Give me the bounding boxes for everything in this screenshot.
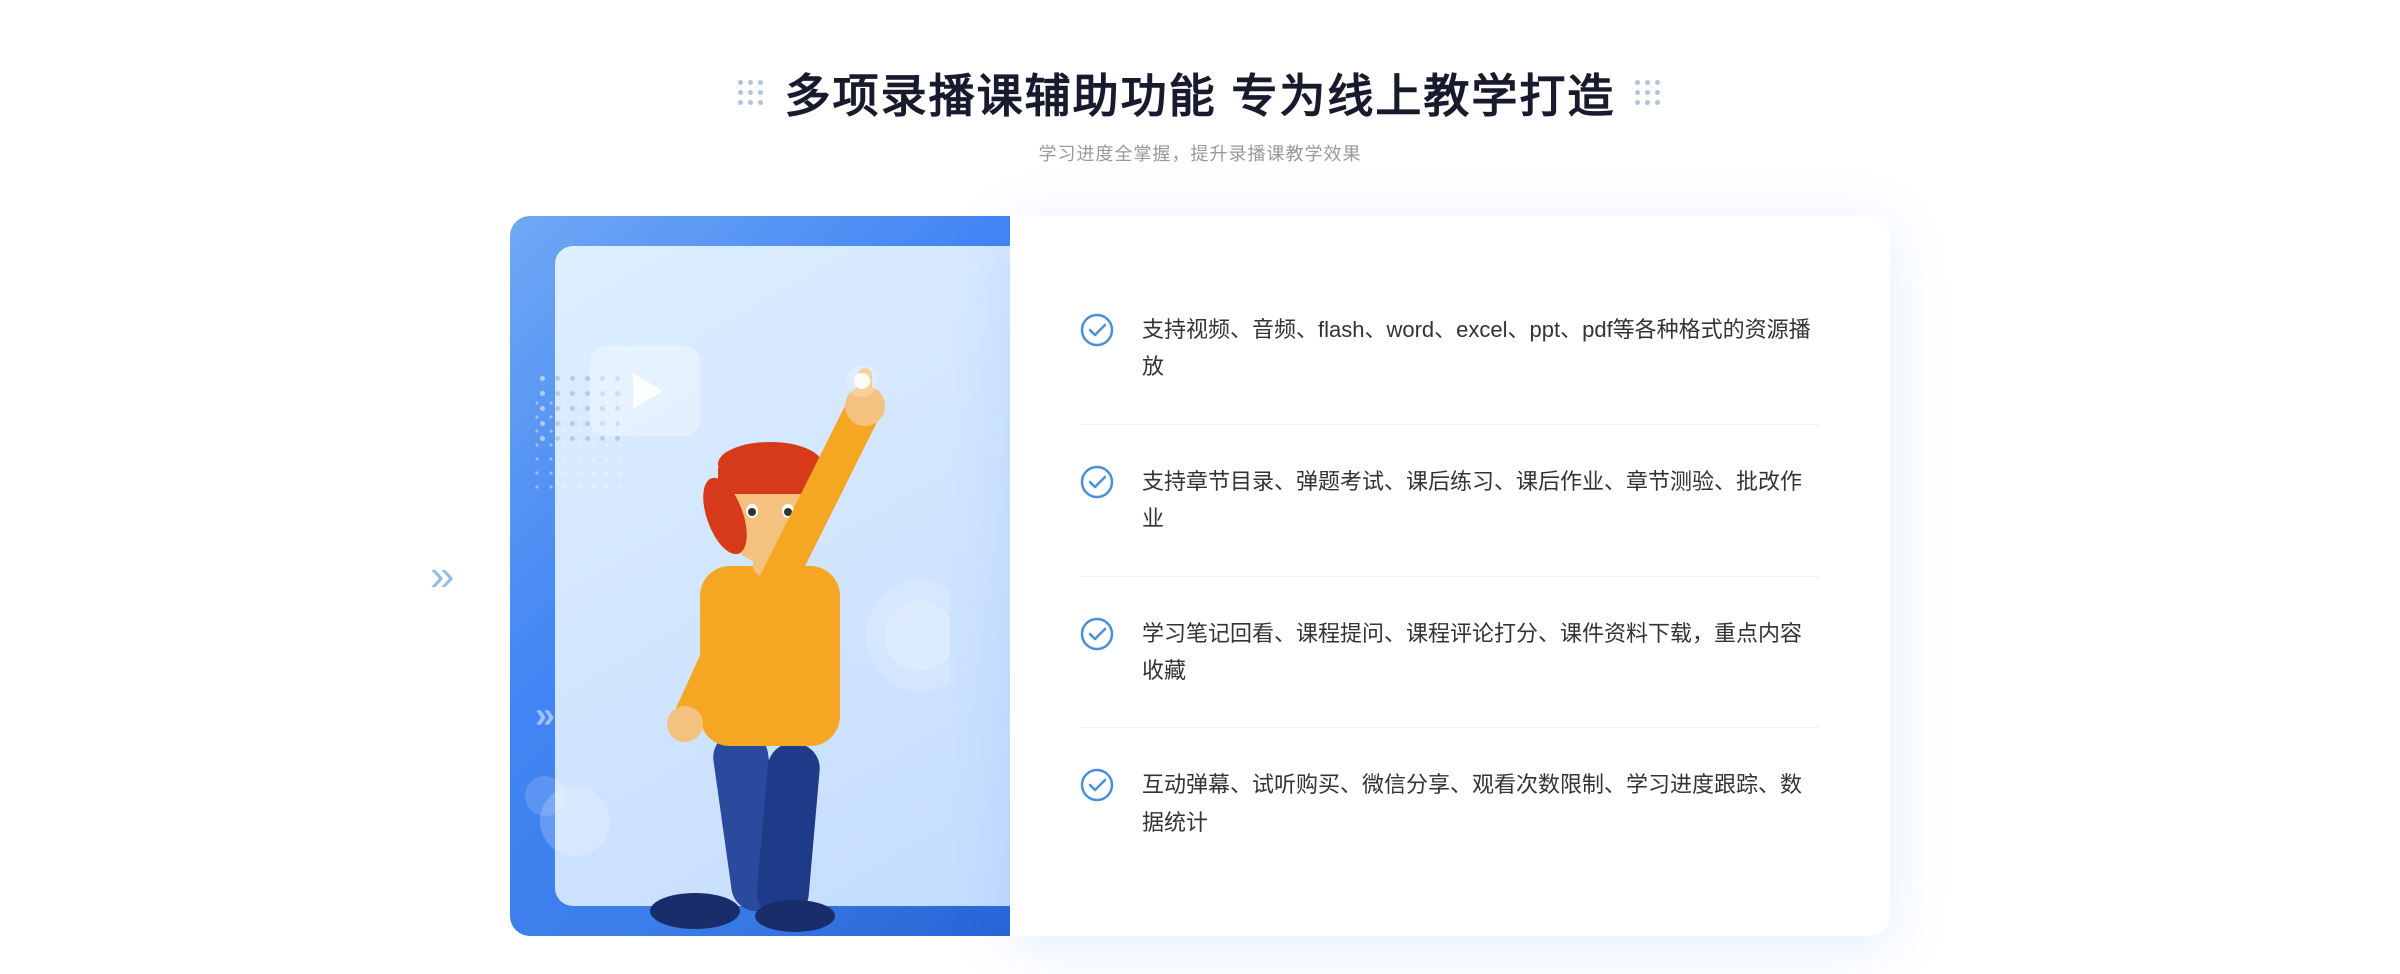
page-title: 多项录播课辅助功能 专为线上教学打造	[785, 60, 1616, 126]
check-icon-2	[1080, 465, 1114, 499]
person-illustration	[570, 296, 950, 936]
deco-circle-2	[525, 776, 565, 816]
check-icon-4	[1080, 768, 1114, 802]
feature-text-4: 互动弹幕、试听购买、微信分享、观看次数限制、学习进度跟踪、数据统计	[1142, 766, 1820, 841]
page-container: 多项录播课辅助功能 专为线上教学打造 学习进度全掌握，提升录播课教学效果 »	[0, 0, 2400, 974]
features-card: 支持视频、音频、flash、word、excel、ppt、pdf等各种格式的资源…	[1010, 216, 1890, 936]
illustration-card: »	[510, 216, 1030, 936]
card-wrapper: »	[510, 216, 1890, 936]
feature-item-2: 支持章节目录、弹题考试、课后练习、课后作业、章节测验、批改作业	[1080, 425, 1820, 577]
feature-item-4: 互动弹幕、试听购买、微信分享、观看次数限制、学习进度跟踪、数据统计	[1080, 728, 1820, 879]
page-subtitle: 学习进度全掌握，提升录播课教学效果	[1039, 140, 1362, 166]
title-dots-left	[738, 80, 765, 107]
check-icon-1	[1080, 313, 1114, 347]
header-section: 多项录播课辅助功能 专为线上教学打造 学习进度全掌握，提升录播课教学效果	[738, 60, 1663, 166]
feature-item-1: 支持视频、音频、flash、word、excel、ppt、pdf等各种格式的资源…	[1080, 273, 1820, 425]
feature-text-3: 学习笔记回看、课程提问、课程评论打分、课件资料下载，重点内容收藏	[1142, 615, 1820, 690]
feature-text-1: 支持视频、音频、flash、word、excel、ppt、pdf等各种格式的资源…	[1142, 311, 1820, 386]
feature-item-3: 学习笔记回看、课程提问、课程评论打分、课件资料下载，重点内容收藏	[1080, 577, 1820, 729]
check-icon-3	[1080, 617, 1114, 651]
feature-text-2: 支持章节目录、弹题考试、课后练习、课后作业、章节测验、批改作业	[1142, 463, 1820, 538]
illus-chevron-icon: »	[535, 694, 555, 736]
left-chevron-icon: »	[430, 551, 454, 601]
title-dots-right	[1635, 80, 1662, 107]
title-row: 多项录播课辅助功能 专为线上教学打造	[738, 60, 1663, 126]
